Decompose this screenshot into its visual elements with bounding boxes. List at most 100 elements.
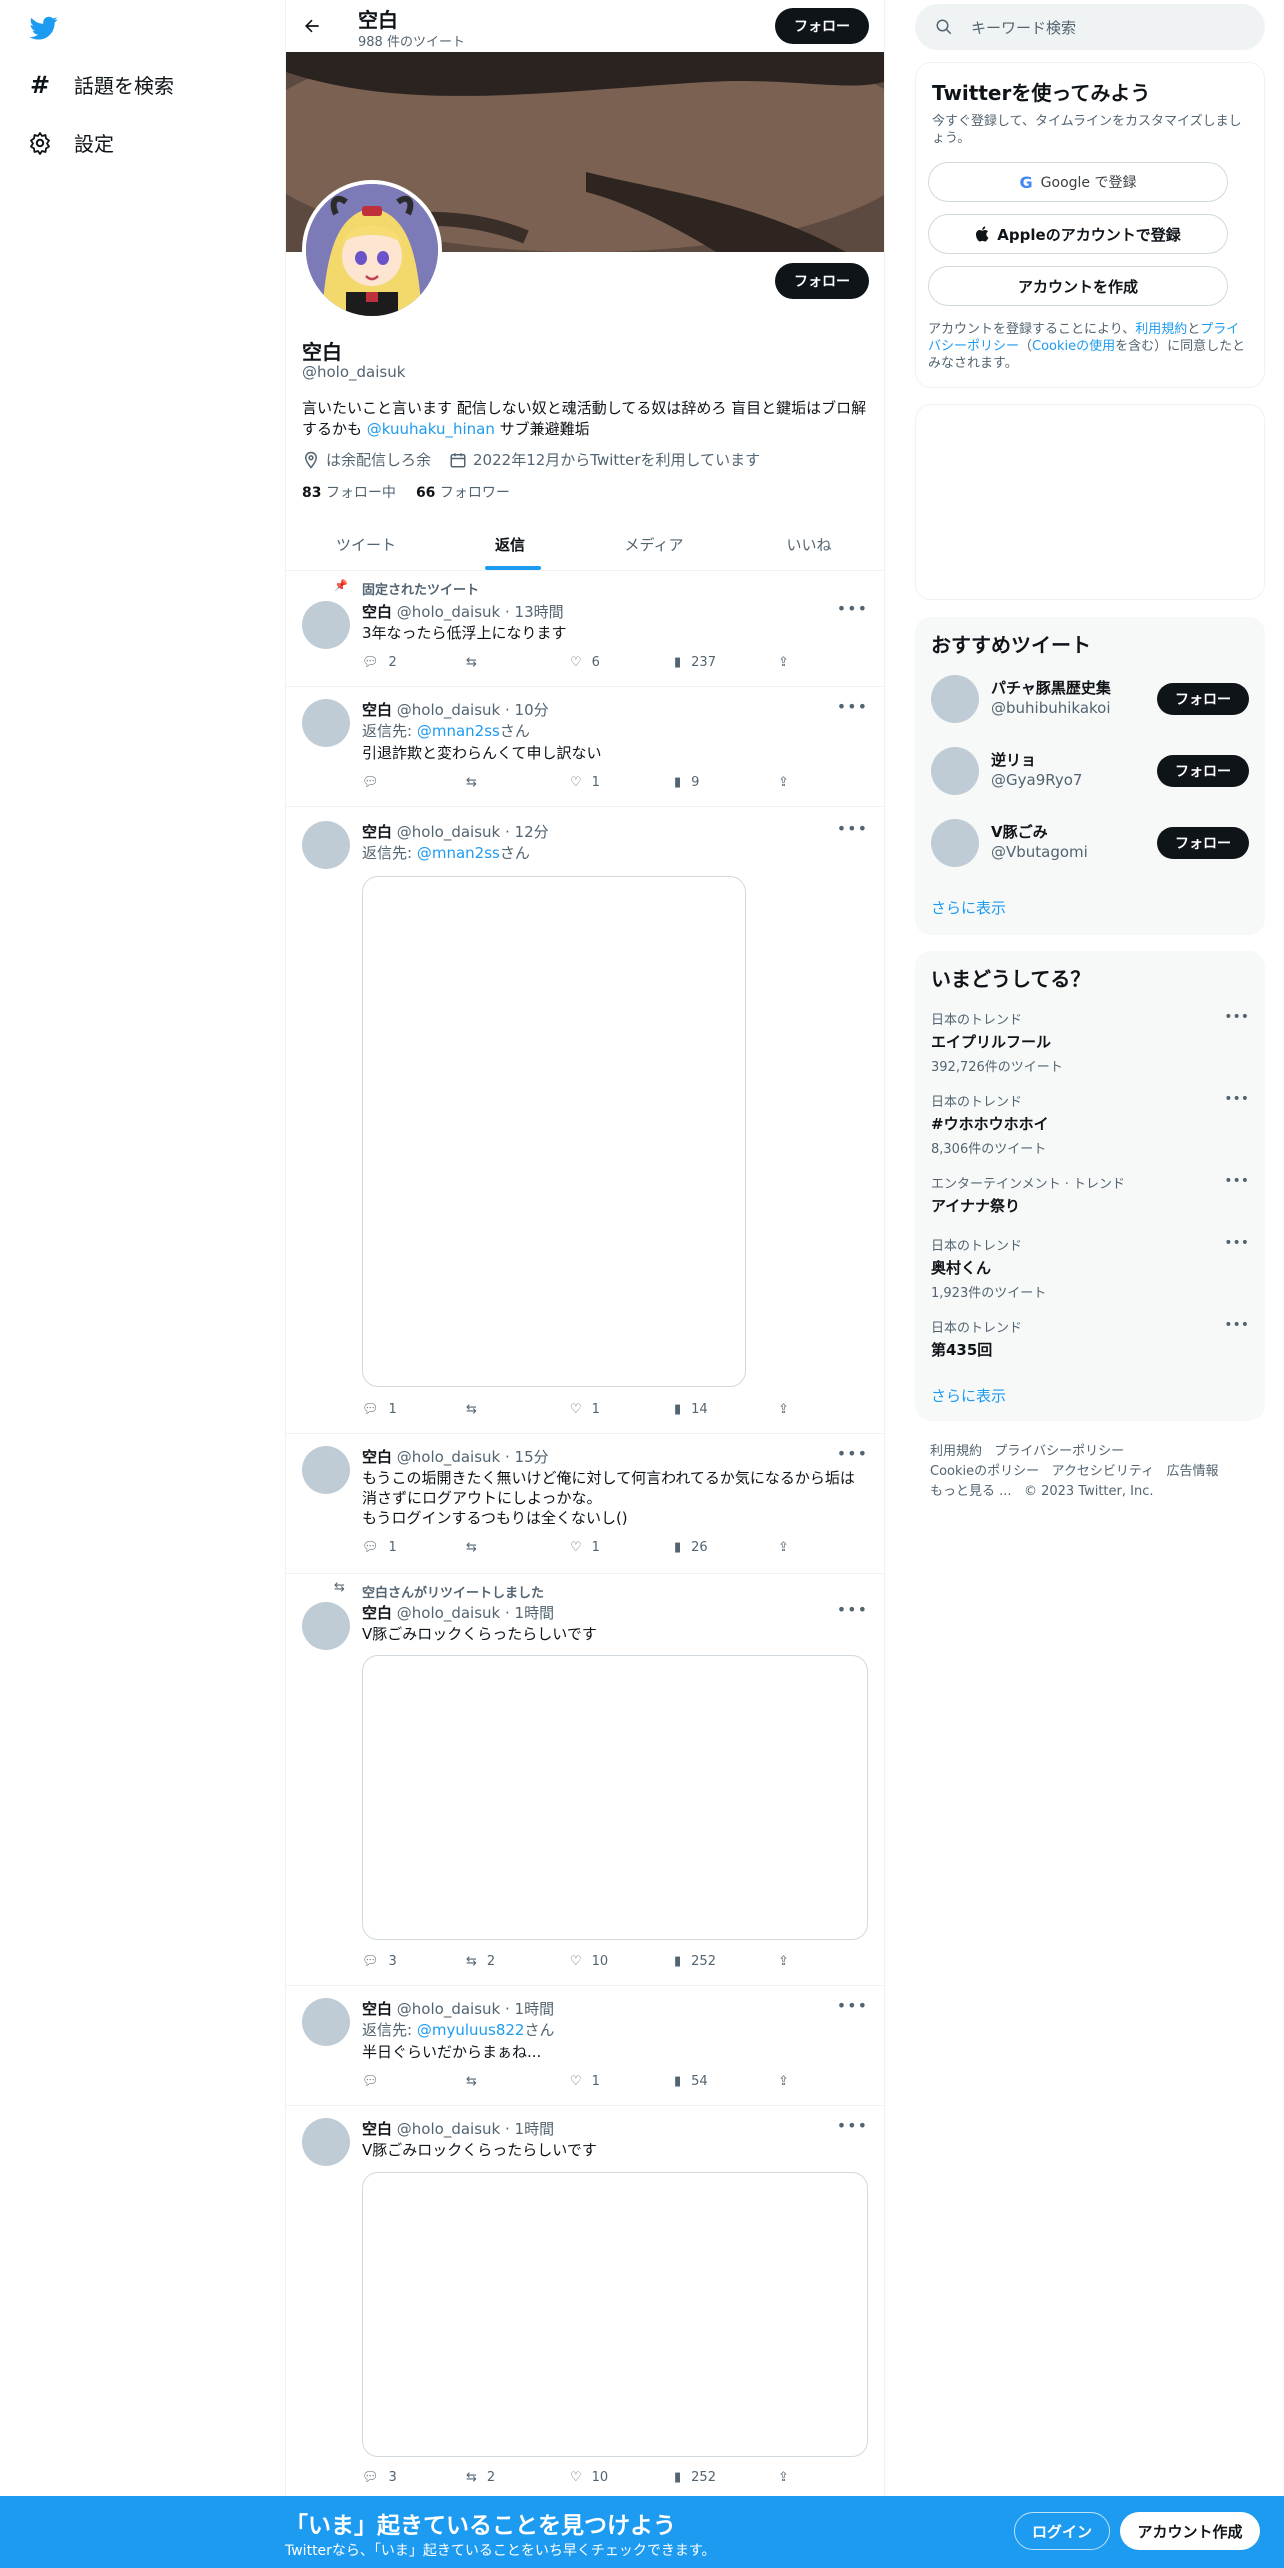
retweet-button[interactable]: ⇆ 2 [466, 2470, 570, 2485]
apple-signup-button[interactable]: Appleのアカウントで登録 [928, 214, 1228, 254]
like-button[interactable]: ♡ 10 [570, 1954, 674, 1969]
share-button[interactable]: ⇪ [778, 1402, 882, 1417]
follow-button[interactable]: フォロー [1157, 755, 1249, 787]
views-button[interactable]: ▮ 9 [674, 775, 778, 790]
share-button[interactable]: ⇪ [778, 1540, 882, 1555]
more-options-icon[interactable]: ••• [1224, 1317, 1249, 1333]
more-options-icon[interactable]: ••• [1224, 1009, 1249, 1025]
tweet-media[interactable] [362, 2172, 868, 2457]
share-button[interactable]: ⇪ [778, 1954, 882, 1969]
bio-mention-link[interactable]: @kuuhaku_hinan [367, 420, 495, 438]
trend-item[interactable]: 日本のトレンド 奥村くん 1,923件のツイート ••• [931, 1235, 1249, 1301]
reply-to-link[interactable]: @mnan2ss [417, 722, 500, 740]
login-button[interactable]: ログイン [1014, 2512, 1110, 2550]
reply-button[interactable]: 💬︎ 1 [362, 1540, 466, 1555]
tweet-author-name[interactable]: 空白 [362, 1604, 392, 1622]
nav-explore[interactable]: # 話題を検索 [28, 70, 174, 99]
tweet-item[interactable]: 空白 @holo_daisuk · 1時間 ••• V豚ごみロックくらったらしい… [286, 2106, 884, 2506]
signup-button[interactable]: アカウント作成 [1120, 2512, 1260, 2550]
tab-tweets[interactable]: ツイート [286, 518, 446, 570]
like-button[interactable]: ♡ 1 [570, 775, 674, 790]
more-options-icon[interactable]: ••• [837, 819, 868, 838]
share-button[interactable]: ⇪ [778, 2470, 882, 2485]
like-button[interactable]: ♡ 10 [570, 2470, 674, 2485]
follow-button[interactable]: フォロー [1157, 827, 1249, 859]
footer-more-link[interactable]: もっと見る ... [930, 1484, 1012, 1499]
retweet-context[interactable]: 空白さんがリツイートしました [362, 1582, 544, 1601]
tweet-author-name[interactable]: 空白 [362, 2120, 392, 2138]
tweet-item[interactable]: 空白 @holo_daisuk · 10分 ••• 返信先: @mnan2ssさ… [286, 687, 884, 807]
recommended-show-more[interactable]: さらに表示 [931, 897, 1006, 918]
recommended-user[interactable]: パチャ豚黒歴史集 @buhibuhikakoi フォロー [931, 671, 1249, 727]
recommended-user[interactable]: 逆リョ @Gya9Ryo7 フォロー [931, 743, 1249, 799]
retweet-button[interactable]: ⇆ [466, 1402, 570, 1417]
reply-button[interactable]: 💬︎ [362, 775, 466, 790]
avatar[interactable] [931, 675, 979, 723]
tweet-avatar[interactable] [302, 1998, 350, 2046]
tab-media[interactable]: メディア [574, 518, 734, 570]
trends-show-more[interactable]: さらに表示 [931, 1385, 1006, 1406]
tweet-avatar[interactable] [302, 1446, 350, 1494]
search-input[interactable]: キーワード検索 [915, 4, 1265, 50]
like-button[interactable]: ♡ 1 [570, 1402, 674, 1417]
tweet-avatar[interactable] [302, 821, 350, 869]
trend-item[interactable]: 日本のトレンド 第435回 ••• [931, 1317, 1249, 1360]
more-options-icon[interactable]: ••• [1224, 1173, 1249, 1189]
more-options-icon[interactable]: ••• [837, 1600, 868, 1619]
tweet-item[interactable]: 空白 @holo_daisuk · 15分 ••• もうこの垢開きたく無いけど俺… [286, 1434, 884, 1574]
footer-ads-link[interactable]: 広告情報 [1167, 1464, 1219, 1479]
tweet-item[interactable]: 📌 固定されたツイート 空白 @holo_daisuk · 13時間 ••• 3… [286, 571, 884, 687]
share-button[interactable]: ⇪ [778, 775, 882, 790]
tweet-item[interactable]: 空白 @holo_daisuk · 1時間 ••• 返信先: @myuluus8… [286, 1986, 884, 2106]
retweet-button[interactable]: ⇆ [466, 775, 570, 790]
tweet-author-name[interactable]: 空白 [362, 823, 392, 841]
reply-to-link[interactable]: @myuluus822 [417, 2021, 525, 2039]
retweet-button[interactable]: ⇆ 2 [466, 1954, 570, 1969]
twitter-logo[interactable] [28, 14, 60, 42]
avatar[interactable] [931, 747, 979, 795]
share-button[interactable]: ⇪ [778, 655, 882, 670]
like-button[interactable]: ♡ 1 [570, 1540, 674, 1555]
share-button[interactable]: ⇪ [778, 2074, 882, 2089]
avatar[interactable] [931, 819, 979, 867]
views-button[interactable]: ▮ 26 [674, 1540, 778, 1555]
tab-replies[interactable]: 返信 [446, 518, 574, 570]
google-signup-button[interactable]: G Google で登録 [928, 162, 1228, 202]
more-options-icon[interactable]: ••• [1224, 1091, 1249, 1107]
profile-follow-button[interactable]: フォロー [775, 263, 869, 299]
trend-item[interactable]: 日本のトレンド エイプリルフール 392,726件のツイート ••• [931, 1009, 1249, 1075]
footer-terms-link[interactable]: 利用規約 [930, 1444, 982, 1459]
tweet-media[interactable] [362, 1655, 868, 1940]
more-options-icon[interactable]: ••• [837, 599, 868, 618]
tweet-avatar[interactable] [302, 1602, 350, 1650]
reply-button[interactable]: 💬︎ [362, 2074, 466, 2089]
tweet-item[interactable]: 空白 @holo_daisuk · 12分 ••• 返信先: @mnan2ssさ… [286, 807, 884, 1434]
views-button[interactable]: ▮ 252 [674, 1954, 778, 1969]
tweet-author-name[interactable]: 空白 [362, 603, 392, 621]
tweet-avatar[interactable] [302, 601, 350, 649]
views-button[interactable]: ▮ 252 [674, 2470, 778, 2485]
tweet-item[interactable]: ⇆ 空白さんがリツイートしました 空白 @holo_daisuk · 1時間 •… [286, 1574, 884, 1986]
tweet-author-name[interactable]: 空白 [362, 701, 392, 719]
like-button[interactable]: ♡ 1 [570, 2074, 674, 2089]
retweet-button[interactable]: ⇆ [466, 2074, 570, 2089]
footer-accessibility-link[interactable]: アクセシビリティ [1052, 1464, 1155, 1479]
more-options-icon[interactable]: ••• [837, 1444, 868, 1463]
tweet-author-name[interactable]: 空白 [362, 1448, 392, 1466]
like-button[interactable]: ♡ 6 [570, 655, 674, 670]
back-arrow-icon[interactable] [302, 16, 322, 36]
retweet-button[interactable]: ⇆ [466, 1540, 570, 1555]
tweet-media[interactable] [362, 876, 746, 1387]
recommended-user[interactable]: V豚ごみ @Vbutagomi フォロー [931, 815, 1249, 871]
trend-item[interactable]: エンターテインメント · トレンド アイナナ祭り ••• [931, 1173, 1249, 1216]
views-button[interactable]: ▮ 237 [674, 655, 778, 670]
create-account-button[interactable]: アカウントを作成 [928, 266, 1228, 306]
following-link[interactable]: 83 フォロー中 [302, 482, 396, 502]
terms-link[interactable]: 利用規約 [1135, 322, 1187, 337]
followers-link[interactable]: 66 フォロワー [416, 482, 510, 502]
tab-likes[interactable]: いいね [734, 518, 884, 570]
views-button[interactable]: ▮ 14 [674, 1402, 778, 1417]
footer-cookie-link[interactable]: Cookieのポリシー [930, 1464, 1039, 1479]
retweet-button[interactable]: ⇆ [466, 655, 570, 670]
trend-item[interactable]: 日本のトレンド #ウホホウホホイ 8,306件のツイート ••• [931, 1091, 1249, 1157]
